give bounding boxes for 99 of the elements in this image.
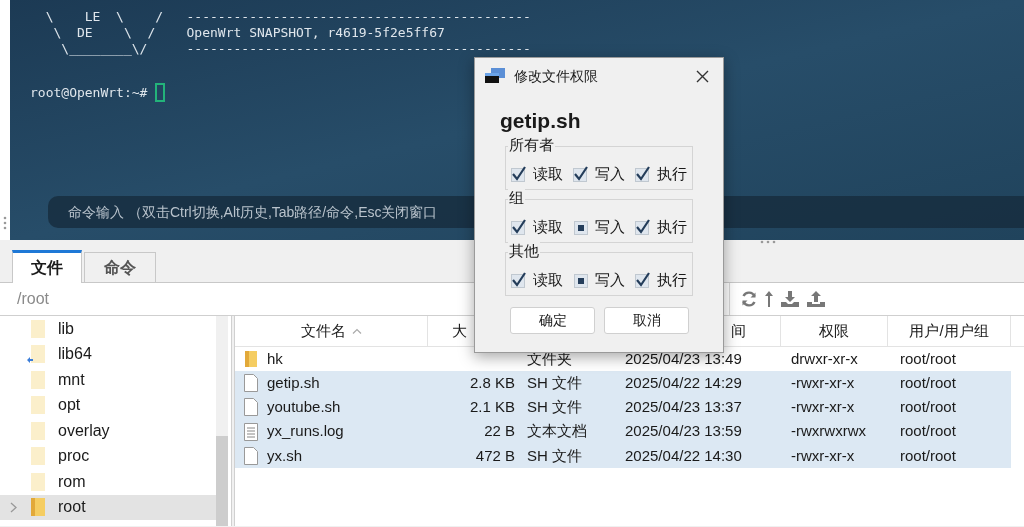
download-icon[interactable] — [780, 290, 800, 308]
checkbox[interactable] — [635, 218, 651, 235]
file-icon — [243, 445, 259, 466]
checkbox[interactable] — [573, 271, 589, 288]
dialog-title: 修改文件权限 — [514, 66, 599, 86]
dialog-button[interactable]: 取消 — [604, 307, 689, 334]
table-cell-text: 2025/04/22 14:30 — [625, 445, 742, 466]
file-name: getip.sh — [499, 108, 582, 134]
checkbox-label[interactable]: 写入 — [595, 215, 625, 238]
upload-icon[interactable] — [806, 290, 826, 308]
tree-item[interactable]: mnt — [0, 367, 216, 393]
tree-item[interactable]: lib — [0, 316, 216, 342]
checkbox[interactable] — [573, 165, 589, 182]
table-cell-text: 2025/04/23 13:37 — [625, 397, 742, 418]
table-cell-text: root/root — [900, 348, 956, 369]
table-cell-text: drwxr-xr-x — [791, 348, 858, 369]
close-icon[interactable] — [696, 69, 709, 83]
banner-line: \ DE \ / OpenWrt SNAPSHOT, r4619-5f2e5ff67 — [52, 25, 446, 41]
file-row[interactable]: youtube.sh 2.1 KB SH 文件 2025/04/23 13:37 -rwxr-xr-x root/root — [235, 395, 1011, 420]
checkbox[interactable] — [573, 218, 589, 235]
table-cell-text: 2025/04/22 14:29 — [625, 373, 742, 394]
table-cell-text: SH 文件 — [527, 397, 582, 418]
command-hint: 命令输入 （双击Ctrl切换,Alt历史,Tab路径/命令,Esc关闭窗口 — [68, 202, 438, 222]
file-icon — [243, 397, 259, 418]
banner-line: \________\/ -------------------------------------------- — [60, 41, 531, 57]
item-label: proc — [58, 446, 90, 467]
table-cell-text: 2.1 KB — [469, 397, 515, 418]
checkbox-label[interactable]: 写入 — [595, 162, 625, 185]
up-arrow-icon[interactable] — [764, 290, 774, 308]
tree-item[interactable]: opt — [0, 392, 216, 418]
item-label: root — [58, 497, 86, 518]
checkbox-label[interactable]: 读取 — [533, 162, 563, 185]
table-cell-text: youtube.sh — [267, 397, 341, 418]
tree-item[interactable]: rom — [0, 469, 216, 495]
table-cell-text: 2025/04/23 13:49 — [625, 348, 742, 369]
tree-item[interactable]: lib64 — [0, 341, 216, 367]
tree-item[interactable]: root — [0, 494, 216, 520]
checkbox[interactable] — [511, 218, 527, 235]
banner-line: \ LE \ / -------------------------------------------- — [44, 9, 531, 25]
table-cell-text: hk — [267, 348, 283, 369]
checkbox[interactable] — [635, 165, 651, 182]
table-cell-text: SH 文件 — [527, 373, 582, 394]
item-label: overlay — [58, 420, 110, 441]
checkbox-label[interactable]: 执行 — [657, 162, 687, 185]
table-cell-text: -rwxr-xr-x — [791, 373, 855, 394]
table-cell-text: -rwxrwxrwx — [791, 421, 866, 442]
column-header[interactable]: 文件名 — [235, 316, 428, 346]
folder-icon — [243, 349, 259, 370]
table-cell-text: yx_runs.log — [267, 421, 344, 442]
resize-grip-icon[interactable] — [760, 240, 776, 244]
table-cell-text: SH 文件 — [527, 445, 582, 466]
table-cell-text: 472 B — [475, 445, 515, 466]
table-cell-text: 文件夹 — [527, 348, 572, 369]
table-cell-text: 文本文档 — [527, 421, 587, 442]
refresh-icon[interactable] — [740, 290, 758, 308]
tab[interactable]: 文件 — [12, 250, 82, 283]
item-label: lib64 — [58, 344, 92, 365]
group-label: 其他 — [508, 242, 540, 260]
table-cell-text: -rwxr-xr-x — [791, 445, 855, 466]
resize-grip-icon[interactable] — [3, 216, 7, 230]
shell-prompt: root@OpenWrt:~# — [30, 84, 148, 102]
table-cell-text: root/root — [900, 421, 956, 442]
text-file-icon — [243, 421, 259, 442]
file-row[interactable]: hk 文件夹 2025/04/23 13:49 drwxr-xr-x root/root — [235, 347, 1011, 372]
item-label: opt — [58, 395, 81, 416]
column-header[interactable]: 用户/用户组 — [888, 316, 1011, 346]
checkbox[interactable] — [511, 271, 527, 288]
file-row[interactable]: yx_runs.log 22 B 文本文档 2025/04/23 13:59 -rwxrwxrwx root/root — [235, 419, 1011, 444]
item-label: mnt — [58, 369, 85, 390]
checkbox-label[interactable]: 执行 — [657, 215, 687, 238]
file-icon — [243, 373, 259, 394]
cursor — [155, 83, 166, 103]
table-cell-text: -rwxr-xr-x — [791, 397, 855, 418]
item-label: lib — [58, 318, 74, 339]
tree-item[interactable]: overlay — [0, 418, 216, 444]
checkbox[interactable] — [635, 271, 651, 288]
tab[interactable]: 命令 — [84, 252, 156, 283]
group-label: 组 — [508, 189, 525, 207]
file-row[interactable]: getip.sh 2.8 KB SH 文件 2025/04/22 14:29 -rwxr-xr-x root/root — [235, 371, 1011, 396]
sort-ascending-icon — [351, 328, 362, 334]
group-label: 所有者 — [508, 136, 555, 154]
table-cell-text: root/root — [900, 445, 956, 466]
checkbox[interactable] — [511, 165, 527, 182]
item-label: rom — [58, 471, 86, 492]
table-cell-text: root/root — [900, 373, 956, 394]
tree-item[interactable]: proc — [0, 443, 216, 469]
table-cell-text: yx.sh — [267, 445, 302, 466]
dialog-button[interactable]: 确定 — [510, 307, 595, 334]
table-cell-text: 22 B — [484, 421, 515, 442]
folder-link-icon — [26, 343, 48, 366]
scrollbar[interactable] — [216, 316, 228, 526]
window-icon — [485, 68, 505, 84]
table-cell-text: 2.8 KB — [469, 373, 515, 394]
table-cell-text: 2025/04/23 13:59 — [625, 421, 742, 442]
table-cell-text: getip.sh — [267, 373, 320, 394]
table-cell-text: root/root — [900, 397, 956, 418]
file-row[interactable]: yx.sh 472 B SH 文件 2025/04/22 14:30 -rwxr-xr-x root/root — [235, 443, 1011, 468]
column-header[interactable]: 权限 — [781, 316, 888, 346]
checkbox-label[interactable]: 读取 — [533, 215, 563, 238]
